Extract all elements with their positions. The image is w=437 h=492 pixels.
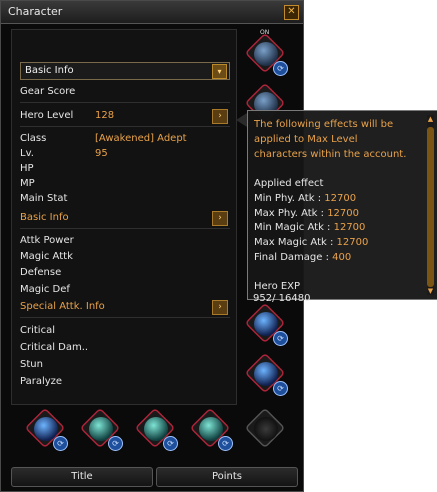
tooltip-scrollbar[interactable]: ▲ ▼ [427,115,434,295]
magic-def-label: Magic Def [20,284,70,295]
min-phy-atk-row: Min Phy. Atk : 12700 [254,193,356,204]
equip-slot-earring[interactable]: ⟳ [79,407,123,451]
scroll-down-icon[interactable]: ▼ [427,287,434,295]
refresh-icon[interactable]: ⟳ [53,436,68,451]
min-magic-atk-label: Min Magic Atk : [254,222,331,233]
divider [20,102,230,103]
tooltip-pointer [236,113,247,127]
special-attk-label: Special Attk. Info [20,301,105,312]
max-magic-atk-row: Max Magic Atk : 12700 [254,237,368,248]
min-magic-atk-value: 12700 [333,222,366,233]
hp-label: HP [20,163,34,174]
equip-slot-necklace[interactable]: ⟳ [24,407,68,451]
close-button[interactable]: ✕ [284,5,299,20]
final-damage-value: 400 [332,252,352,263]
refresh-icon[interactable]: ⟳ [273,381,288,396]
applied-effect-label: Applied effect [254,178,324,189]
lv-label: Lv. [20,148,34,159]
scrollbar-thumb[interactable] [427,127,434,287]
attk-power-label: Attk Power [20,235,74,246]
equip-slot-empty[interactable] [244,407,287,450]
special-attk-arrow-button[interactable]: › [212,300,228,315]
dropdown-selected: Basic Info [25,65,74,76]
min-phy-atk-value: 12700 [324,193,357,204]
hero-exp-value: 952/ 16480 [253,293,311,304]
refresh-icon[interactable]: ⟳ [273,331,288,346]
scroll-up-icon[interactable]: ▲ [427,115,434,123]
max-phy-atk-value: 12700 [327,208,359,219]
equip-slot-ring-1[interactable]: ⟳ [134,407,178,451]
max-magic-atk-label: Max Magic Atk : [254,237,334,248]
tooltip-header-3: characters within the account. [254,149,407,160]
empty-slot-icon [254,417,278,441]
hero-level-tooltip: The following effects will be applied to… [247,110,437,300]
stun-label: Stun [20,359,43,370]
basic-info-arrow-button[interactable]: › [212,211,228,226]
hero-exp-label: Hero EXP [254,281,301,292]
refresh-icon[interactable]: ⟳ [108,436,123,451]
main-stat-label: Main Stat [20,193,68,204]
on-off-label: ON [260,29,270,36]
hero-level-value: 128 [95,110,115,121]
tab-title[interactable]: Title [11,467,153,487]
divider [20,228,230,229]
equip-slot-emblem[interactable]: ON ⟳ [244,29,288,76]
min-magic-atk-row: Min Magic Atk : 12700 [254,222,365,233]
divider [20,126,230,127]
refresh-icon[interactable]: ⟳ [218,436,233,451]
class-value: [Awakened] Adept [95,133,187,144]
magic-attk-label: Magic Attk [20,251,73,262]
final-damage-label: Final Damage : [254,252,329,263]
class-label: Class [20,133,47,144]
critical-label: Critical [20,325,55,336]
chevron-down-icon[interactable]: ▾ [212,64,227,79]
refresh-icon[interactable]: ⟳ [273,61,288,76]
hero-level-label: Hero Level [20,110,74,121]
critical-dam-label: Critical Dam.. [20,342,89,353]
max-phy-atk-row: Max Phy. Atk : 12700 [254,208,359,219]
final-damage-row: Final Damage : 400 [254,252,351,263]
title-bar[interactable]: Character ✕ [1,1,303,24]
refresh-icon[interactable]: ⟳ [163,436,178,451]
max-magic-atk-value: 12700 [336,237,369,248]
hero-level-arrow-button[interactable]: › [212,109,228,124]
lv-value: 95 [95,148,108,159]
basic-info-label: Basic Info [20,212,69,223]
tooltip-header-1: The following effects will be [254,119,394,130]
gear-score-label: Gear Score [20,86,76,97]
min-phy-atk-label: Min Phy. Atk : [254,193,322,204]
window-title: Character [8,5,63,18]
equip-slot-ring-2[interactable]: ⟳ [189,407,233,451]
mp-label: MP [20,178,35,189]
stats-panel: Basic Info ▾ Gear Score Hero Level 128 ›… [11,29,237,405]
max-phy-atk-label: Max Phy. Atk : [254,208,324,219]
defense-label: Defense [20,267,62,278]
equip-slot-boots[interactable]: ⟳ [244,352,288,396]
tab-points[interactable]: Points [156,467,298,487]
paralyze-label: Paralyze [20,376,63,387]
equip-slot-gloves[interactable]: ⟳ [244,302,288,346]
info-dropdown[interactable]: Basic Info ▾ [20,62,230,80]
tooltip-header-2: applied to Max Level [254,134,358,145]
divider [20,317,230,318]
